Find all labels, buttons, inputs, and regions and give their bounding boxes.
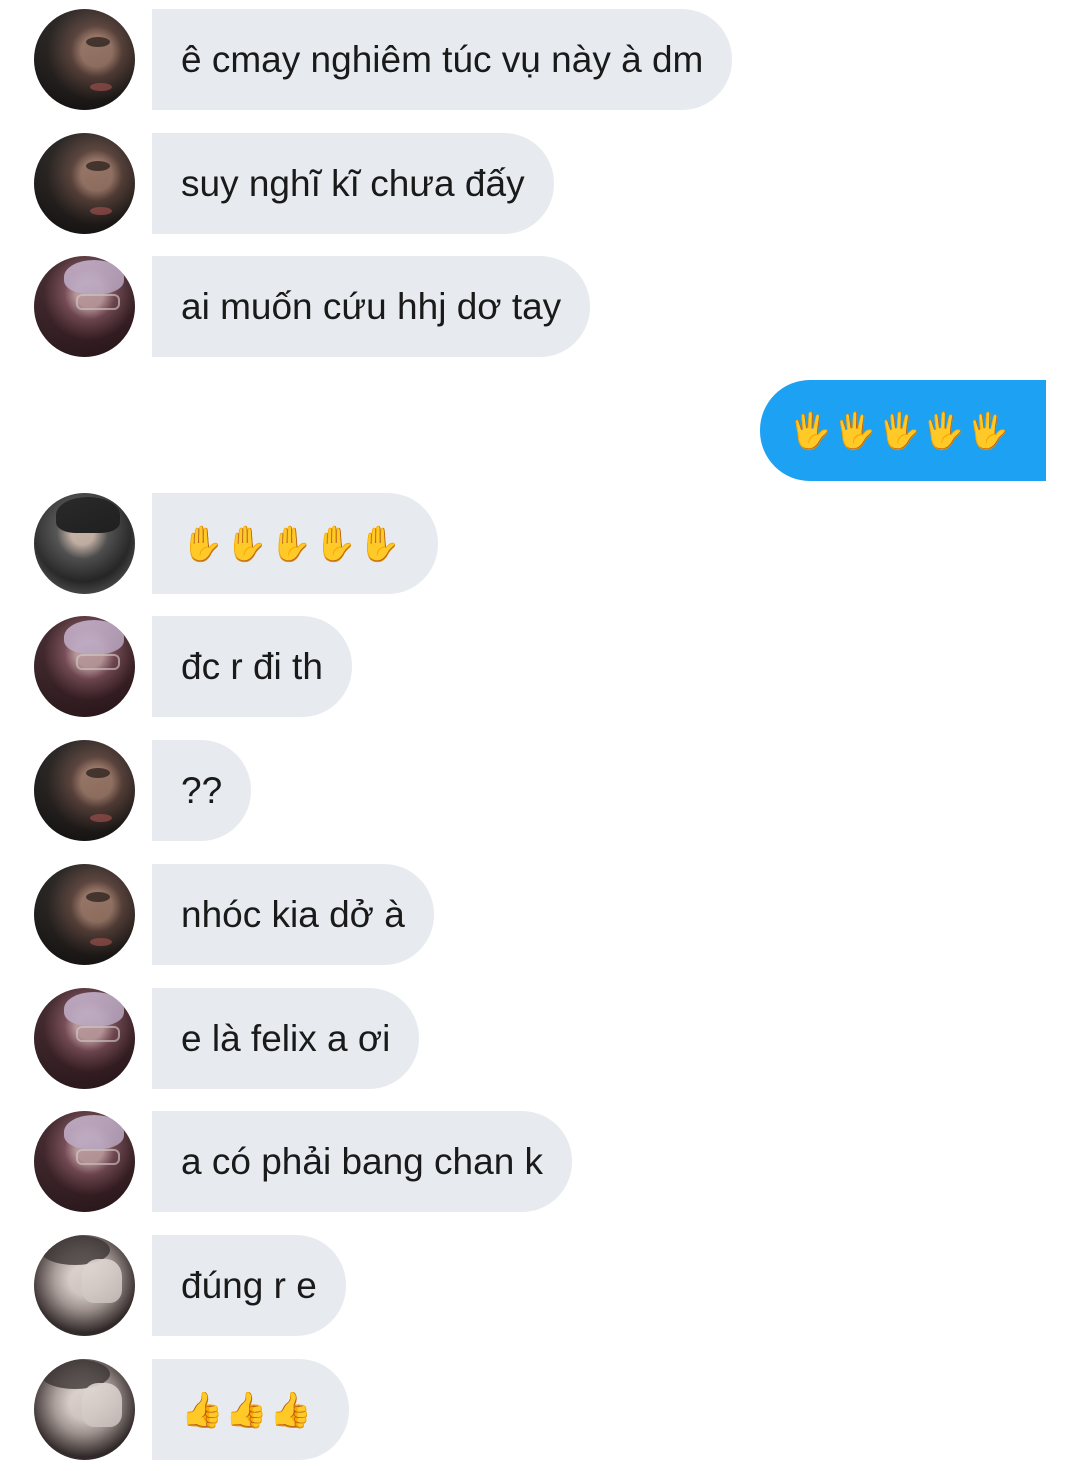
message-bubble[interactable]: ê cmay nghiêm túc vụ này à dm (152, 9, 733, 110)
message-row: ✋✋✋✋✋ (0, 493, 1080, 594)
message-row: 👍👍👍 (0, 1359, 1080, 1460)
message-row: đúng r e (0, 1235, 1080, 1336)
avatar[interactable] (34, 1111, 135, 1212)
message-bubble-outgoing[interactable]: 🖐🖐🖐🖐🖐 (760, 380, 1046, 481)
message-bubble[interactable]: 👍👍👍 (152, 1359, 350, 1460)
avatar[interactable] (34, 9, 135, 110)
message-row: a có phải bang chan k (0, 1111, 1080, 1212)
message-bubble[interactable]: ai muốn cứu hhj dơ tay (152, 256, 591, 357)
avatar[interactable] (34, 740, 135, 841)
message-row: suy nghĩ kĩ chưa đấy (0, 133, 1080, 234)
raised-hand-splayed-icon: 🖐🖐🖐🖐🖐 (789, 410, 1011, 451)
message-bubble[interactable]: suy nghĩ kĩ chưa đấy (152, 133, 554, 234)
avatar[interactable] (34, 133, 135, 234)
message-bubble[interactable]: nhóc kia dở à (152, 864, 434, 965)
message-bubble[interactable]: a có phải bang chan k (152, 1111, 573, 1212)
message-bubble[interactable]: đc r đi th (152, 616, 352, 717)
message-row: nhóc kia dở à (0, 864, 1080, 965)
avatar[interactable] (34, 864, 135, 965)
message-row: e là felix a ơi (0, 988, 1080, 1089)
message-bubble[interactable]: ?? (152, 740, 252, 841)
avatar[interactable] (34, 616, 135, 717)
message-row: ai muốn cứu hhj dơ tay (0, 256, 1080, 357)
avatar[interactable] (34, 256, 135, 357)
message-row: ?? (0, 740, 1080, 841)
thumbs-up-icon: 👍👍👍 (181, 1389, 315, 1430)
avatar[interactable] (34, 493, 135, 594)
avatar[interactable] (34, 988, 135, 1089)
raised-hand-icon: ✋✋✋✋✋ (181, 523, 403, 564)
message-bubble[interactable]: e là felix a ơi (152, 988, 420, 1089)
message-row: ê cmay nghiêm túc vụ này à dm (0, 9, 1080, 110)
message-bubble[interactable]: ✋✋✋✋✋ (152, 493, 438, 594)
message-row-outgoing: 🖐🖐🖐🖐🖐 (0, 380, 1080, 481)
message-bubble[interactable]: đúng r e (152, 1235, 346, 1336)
avatar[interactable] (34, 1235, 135, 1336)
avatar[interactable] (34, 1359, 135, 1460)
message-row: đc r đi th (0, 616, 1080, 717)
